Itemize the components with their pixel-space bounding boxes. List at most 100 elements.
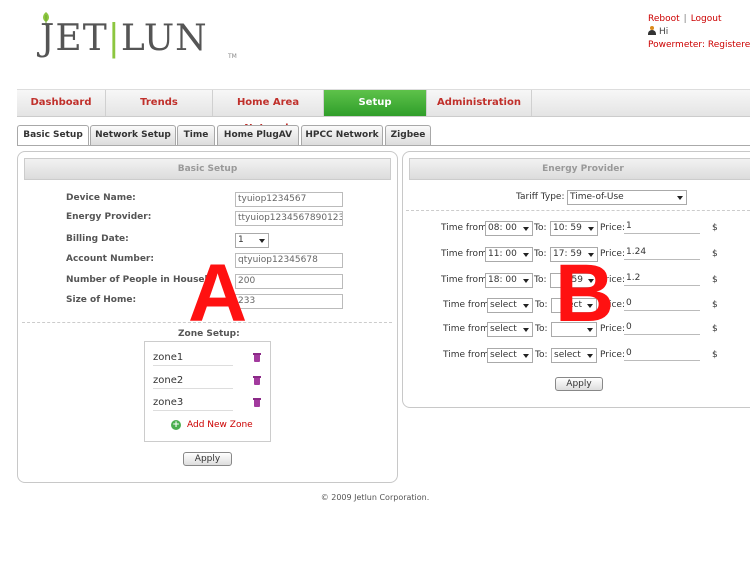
energy-provider-title: Energy Provider bbox=[409, 158, 750, 180]
tariff-type-value: Time-of-Use bbox=[570, 192, 624, 202]
chevron-down-icon bbox=[259, 239, 265, 243]
zone-item[interactable]: zone3 bbox=[153, 395, 233, 411]
price-input[interactable]: 0 bbox=[624, 347, 700, 361]
trash-icon[interactable] bbox=[253, 375, 261, 385]
tab-network-setup[interactable]: Network Setup bbox=[90, 125, 176, 145]
price-input[interactable]: 1.24 bbox=[624, 246, 700, 260]
main-nav: Dashboard Trends Home Area Network Setup… bbox=[17, 89, 750, 134]
logout-link[interactable]: Logout bbox=[691, 14, 722, 24]
tariff-type-label: Tariff Type: bbox=[516, 192, 565, 202]
chevron-down-icon bbox=[587, 354, 593, 358]
energy-provider-input[interactable]: ttyuiop123456789012345 bbox=[235, 211, 343, 226]
tab-basic-setup[interactable]: Basic Setup bbox=[17, 125, 89, 146]
zone-list: zone1 zone2 zone3 + Add New Zone bbox=[144, 341, 271, 442]
zone-item[interactable]: zone1 bbox=[153, 350, 233, 366]
currency-label: $ bbox=[712, 350, 718, 360]
tariff-type-select[interactable]: Time-of-Use bbox=[567, 190, 687, 205]
price-input[interactable]: 1 bbox=[624, 220, 700, 234]
currency-label: $ bbox=[712, 249, 718, 259]
nav-home-area-network[interactable]: Home Area Network bbox=[213, 90, 324, 134]
time-from-select[interactable]: select bbox=[487, 322, 533, 337]
time-from-label: Time from: bbox=[443, 350, 492, 360]
currency-label: $ bbox=[712, 275, 718, 285]
time-from-label: Time from: bbox=[441, 249, 490, 259]
time-from-select[interactable]: 11: 00 bbox=[485, 247, 533, 262]
time-from-value: select bbox=[490, 300, 517, 310]
greeting-text: Hi bbox=[659, 27, 669, 37]
user-greeting: Hi bbox=[648, 26, 668, 37]
time-to-select[interactable]: select bbox=[551, 348, 597, 363]
logo-text: JET|LUN bbox=[40, 18, 208, 59]
to-label: To: bbox=[535, 324, 548, 334]
to-label: To: bbox=[534, 223, 547, 233]
billing-date-select[interactable]: 1 bbox=[235, 233, 269, 248]
tab-hpcc-network[interactable]: HPCC Network bbox=[301, 125, 383, 145]
time-to-value: 10: 59 bbox=[553, 223, 582, 233]
tariff-divider bbox=[406, 210, 750, 211]
device-name-input[interactable]: tyuiop1234567 bbox=[235, 192, 343, 207]
price-input[interactable]: 0 bbox=[624, 321, 700, 335]
add-icon[interactable]: + bbox=[171, 420, 181, 430]
chevron-down-icon bbox=[523, 279, 529, 283]
time-from-value: 11: 00 bbox=[488, 249, 517, 259]
nav-setup[interactable]: Setup bbox=[324, 90, 427, 116]
zone-item[interactable]: zone2 bbox=[153, 373, 233, 389]
powermeter-status[interactable]: Powermeter: Registere bbox=[648, 40, 750, 50]
time-from-label: Time from: bbox=[441, 223, 490, 233]
time-from-label: Time from: bbox=[443, 300, 492, 310]
to-label: To: bbox=[535, 300, 548, 310]
to-label: To: bbox=[535, 350, 548, 360]
user-links: Reboot | Logout bbox=[648, 14, 722, 24]
time-to-select[interactable]: 10: 59 bbox=[550, 221, 598, 236]
nav-administration[interactable]: Administration bbox=[427, 90, 532, 116]
time-from-select[interactable]: select bbox=[487, 298, 533, 313]
basic-apply-button[interactable]: Apply bbox=[183, 452, 232, 466]
energy-apply-button[interactable]: Apply bbox=[555, 377, 603, 391]
tab-time[interactable]: Time bbox=[177, 125, 215, 145]
time-from-value: select bbox=[490, 350, 517, 360]
time-from-value: 08: 00 bbox=[488, 223, 517, 233]
time-from-value: 18: 00 bbox=[488, 275, 517, 285]
annotation-b: B bbox=[555, 248, 615, 339]
energy-provider-label: Energy Provider: bbox=[66, 212, 152, 222]
time-to-value: select bbox=[554, 350, 581, 360]
time-from-label: Time from: bbox=[443, 324, 492, 334]
currency-label: $ bbox=[712, 300, 718, 310]
tab-home-plugav[interactable]: Home PlugAV bbox=[217, 125, 299, 145]
copyright-footer: © 2009 Jetlun Corporation. bbox=[320, 493, 430, 502]
add-zone-link[interactable]: Add New Zone bbox=[187, 420, 253, 430]
nav-trends[interactable]: Trends bbox=[106, 90, 213, 116]
size-home-input[interactable]: 233 bbox=[235, 294, 343, 309]
trash-icon[interactable] bbox=[253, 352, 261, 362]
nav-dashboard[interactable]: Dashboard bbox=[17, 90, 106, 116]
num-people-input[interactable]: 200 bbox=[235, 274, 343, 289]
to-label: To: bbox=[534, 249, 547, 259]
user-icon bbox=[648, 26, 656, 35]
account-number-label: Account Number: bbox=[66, 254, 154, 264]
currency-label: $ bbox=[712, 324, 718, 334]
time-from-select[interactable]: select bbox=[487, 348, 533, 363]
time-from-select[interactable]: 08: 00 bbox=[485, 221, 533, 236]
chevron-down-icon bbox=[588, 227, 594, 231]
annotation-a: A bbox=[188, 248, 248, 339]
basic-setup-title: Basic Setup bbox=[24, 158, 391, 180]
chevron-down-icon bbox=[523, 304, 529, 308]
billing-date-label: Billing Date: bbox=[66, 234, 129, 244]
tab-zigbee[interactable]: Zigbee bbox=[385, 125, 431, 145]
price-label: Price: bbox=[600, 350, 625, 360]
trash-icon[interactable] bbox=[253, 397, 261, 407]
chevron-down-icon bbox=[677, 196, 683, 200]
billing-date-value: 1 bbox=[238, 235, 244, 245]
chevron-down-icon bbox=[523, 328, 529, 332]
price-input[interactable]: 1.2 bbox=[624, 272, 700, 286]
price-label: Price: bbox=[600, 223, 625, 233]
chevron-down-icon bbox=[523, 354, 529, 358]
account-number-input[interactable]: qtyuiop12345678 bbox=[235, 253, 343, 268]
time-from-value: select bbox=[490, 324, 517, 334]
reboot-link[interactable]: Reboot bbox=[648, 14, 680, 24]
price-input[interactable]: 0 bbox=[624, 297, 700, 311]
size-home-label: Size of Home: bbox=[66, 295, 137, 305]
chevron-down-icon bbox=[523, 253, 529, 257]
time-from-select[interactable]: 18: 00 bbox=[485, 273, 533, 288]
chevron-down-icon bbox=[523, 227, 529, 231]
